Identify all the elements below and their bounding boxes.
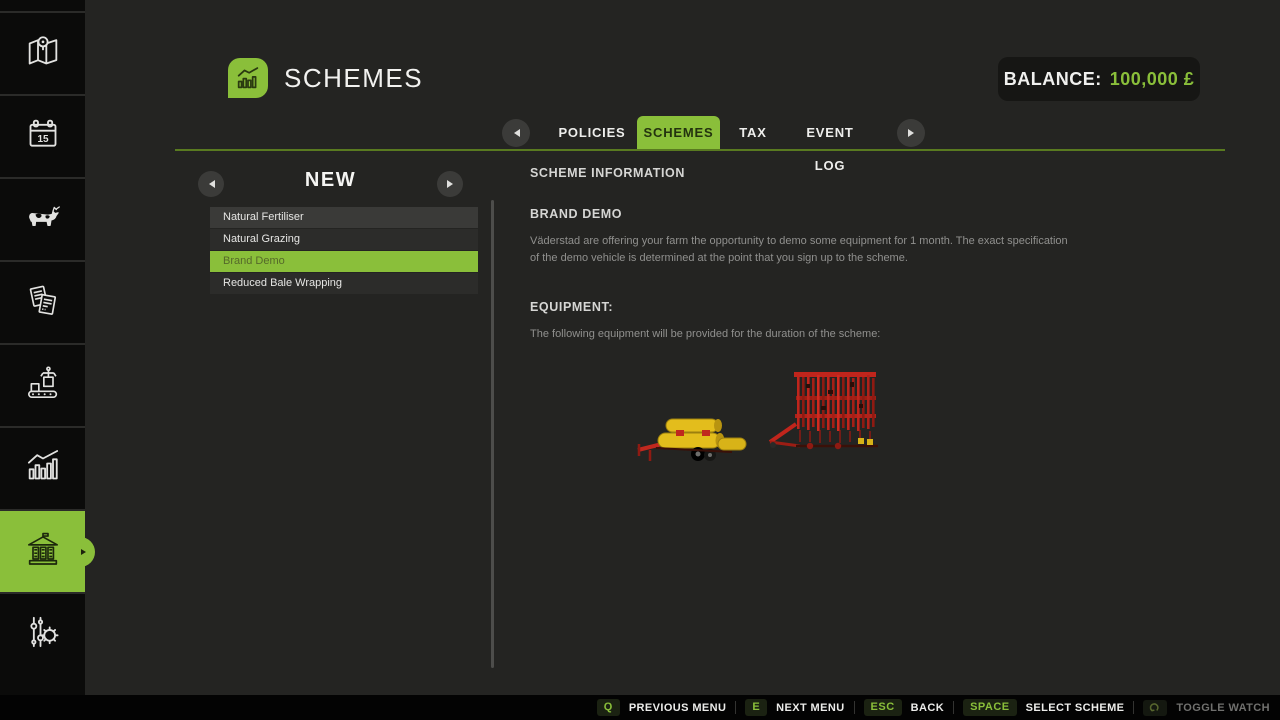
tabs-next-button[interactable] (897, 119, 925, 147)
schemes-page-icon (228, 58, 268, 98)
sidebar-spacer (0, 0, 85, 11)
balance-display: BALANCE: 100,000 £ (998, 57, 1200, 101)
balance-value: 100,000 £ (1110, 69, 1195, 90)
chevron-right-icon (908, 129, 918, 137)
list-next-button[interactable] (437, 171, 463, 197)
toggle-watch-icon (1143, 700, 1167, 716)
sidebar-item-animals[interactable] (0, 177, 85, 260)
scheme-list-heading: NEW (224, 169, 437, 192)
tab-underline (175, 149, 1225, 151)
equipment-heading: EQUIPMENT: (530, 300, 613, 314)
sidebar-item-prices[interactable] (0, 592, 85, 675)
separator (854, 701, 855, 714)
sidebar: 15 (0, 0, 85, 695)
balance-label: BALANCE: (1004, 69, 1102, 90)
shortcut-label: TOGGLE WATCH (1176, 702, 1270, 714)
active-indicator (75, 537, 95, 567)
list-previous-button[interactable] (198, 171, 224, 197)
calendar-icon: 15 (23, 114, 63, 159)
shortcut-next-menu[interactable]: E NEXT MENU (745, 699, 844, 716)
tab-schemes[interactable]: SCHEMES (637, 116, 720, 149)
list-scrollbar[interactable] (491, 200, 494, 668)
chevron-left-icon (205, 180, 215, 188)
sidebar-item-calendar[interactable]: 15 (0, 94, 85, 177)
key-q: Q (597, 699, 620, 716)
calendar-day: 15 (37, 134, 49, 145)
shortcut-toggle-watch[interactable]: TOGGLE WATCH (1143, 700, 1270, 716)
shortcut-label: NEXT MENU (776, 702, 844, 714)
shortcut-previous-menu[interactable]: Q PREVIOUS MENU (597, 699, 727, 716)
sidebar-item-statistics[interactable] (0, 426, 85, 509)
list-item-natural-fertiliser[interactable]: Natural Fertiliser (210, 207, 478, 228)
tabs-previous-button[interactable] (502, 119, 530, 147)
key-e: E (745, 699, 767, 716)
shortcut-back[interactable]: ESC BACK (864, 699, 945, 716)
key-esc: ESC (864, 699, 902, 716)
separator (1133, 701, 1134, 714)
settings-sliders-icon (23, 612, 63, 657)
sidebar-item-map[interactable] (0, 11, 85, 94)
shortcut-label: BACK (911, 702, 944, 714)
sidebar-item-finances[interactable] (0, 509, 85, 592)
list-item-brand-demo[interactable]: Brand Demo (210, 251, 478, 272)
scheme-information-heading: SCHEME INFORMATION (530, 166, 685, 180)
sidebar-item-contracts[interactable] (0, 260, 85, 343)
production-icon (23, 363, 63, 408)
chevron-left-icon (510, 129, 520, 137)
tab-event-log[interactable]: EVENT LOG (789, 116, 871, 149)
page-title: SCHEMES (284, 63, 423, 94)
schemes-menu-screen: 15 (0, 0, 1280, 720)
separator (953, 701, 954, 714)
bottom-shortcut-bar: Q PREVIOUS MENU E NEXT MENU ESC BACK SPA… (0, 695, 1280, 720)
list-item-reduced-bale-wrapping[interactable]: Reduced Bale Wrapping (210, 273, 478, 294)
separator (735, 701, 736, 714)
finance-bank-icon (23, 529, 63, 574)
equipment-text: The following equipment will be provided… (530, 326, 1075, 343)
shortcut-select-scheme[interactable]: SPACE SELECT SCHEME (963, 699, 1124, 716)
scheme-list: Natural Fertiliser Natural Grazing Brand… (210, 207, 478, 295)
chevron-right-icon (447, 180, 457, 188)
tab-tax[interactable]: TAX (726, 116, 780, 149)
scheme-description: Väderstad are offering your farm the opp… (530, 233, 1075, 267)
map-icon (23, 31, 63, 76)
scheme-title: BRAND DEMO (530, 207, 622, 221)
animals-icon (23, 197, 63, 242)
contracts-icon (23, 280, 63, 325)
statistics-icon (23, 446, 63, 491)
sidebar-item-production[interactable] (0, 343, 85, 426)
equipment-image-roller (636, 406, 750, 471)
shortcut-label: PREVIOUS MENU (629, 702, 727, 714)
equipment-image-harrow (766, 366, 886, 463)
shortcut-label: SELECT SCHEME (1026, 702, 1125, 714)
key-space: SPACE (963, 699, 1017, 716)
tab-policies[interactable]: POLICIES (552, 116, 632, 149)
list-item-natural-grazing[interactable]: Natural Grazing (210, 229, 478, 250)
